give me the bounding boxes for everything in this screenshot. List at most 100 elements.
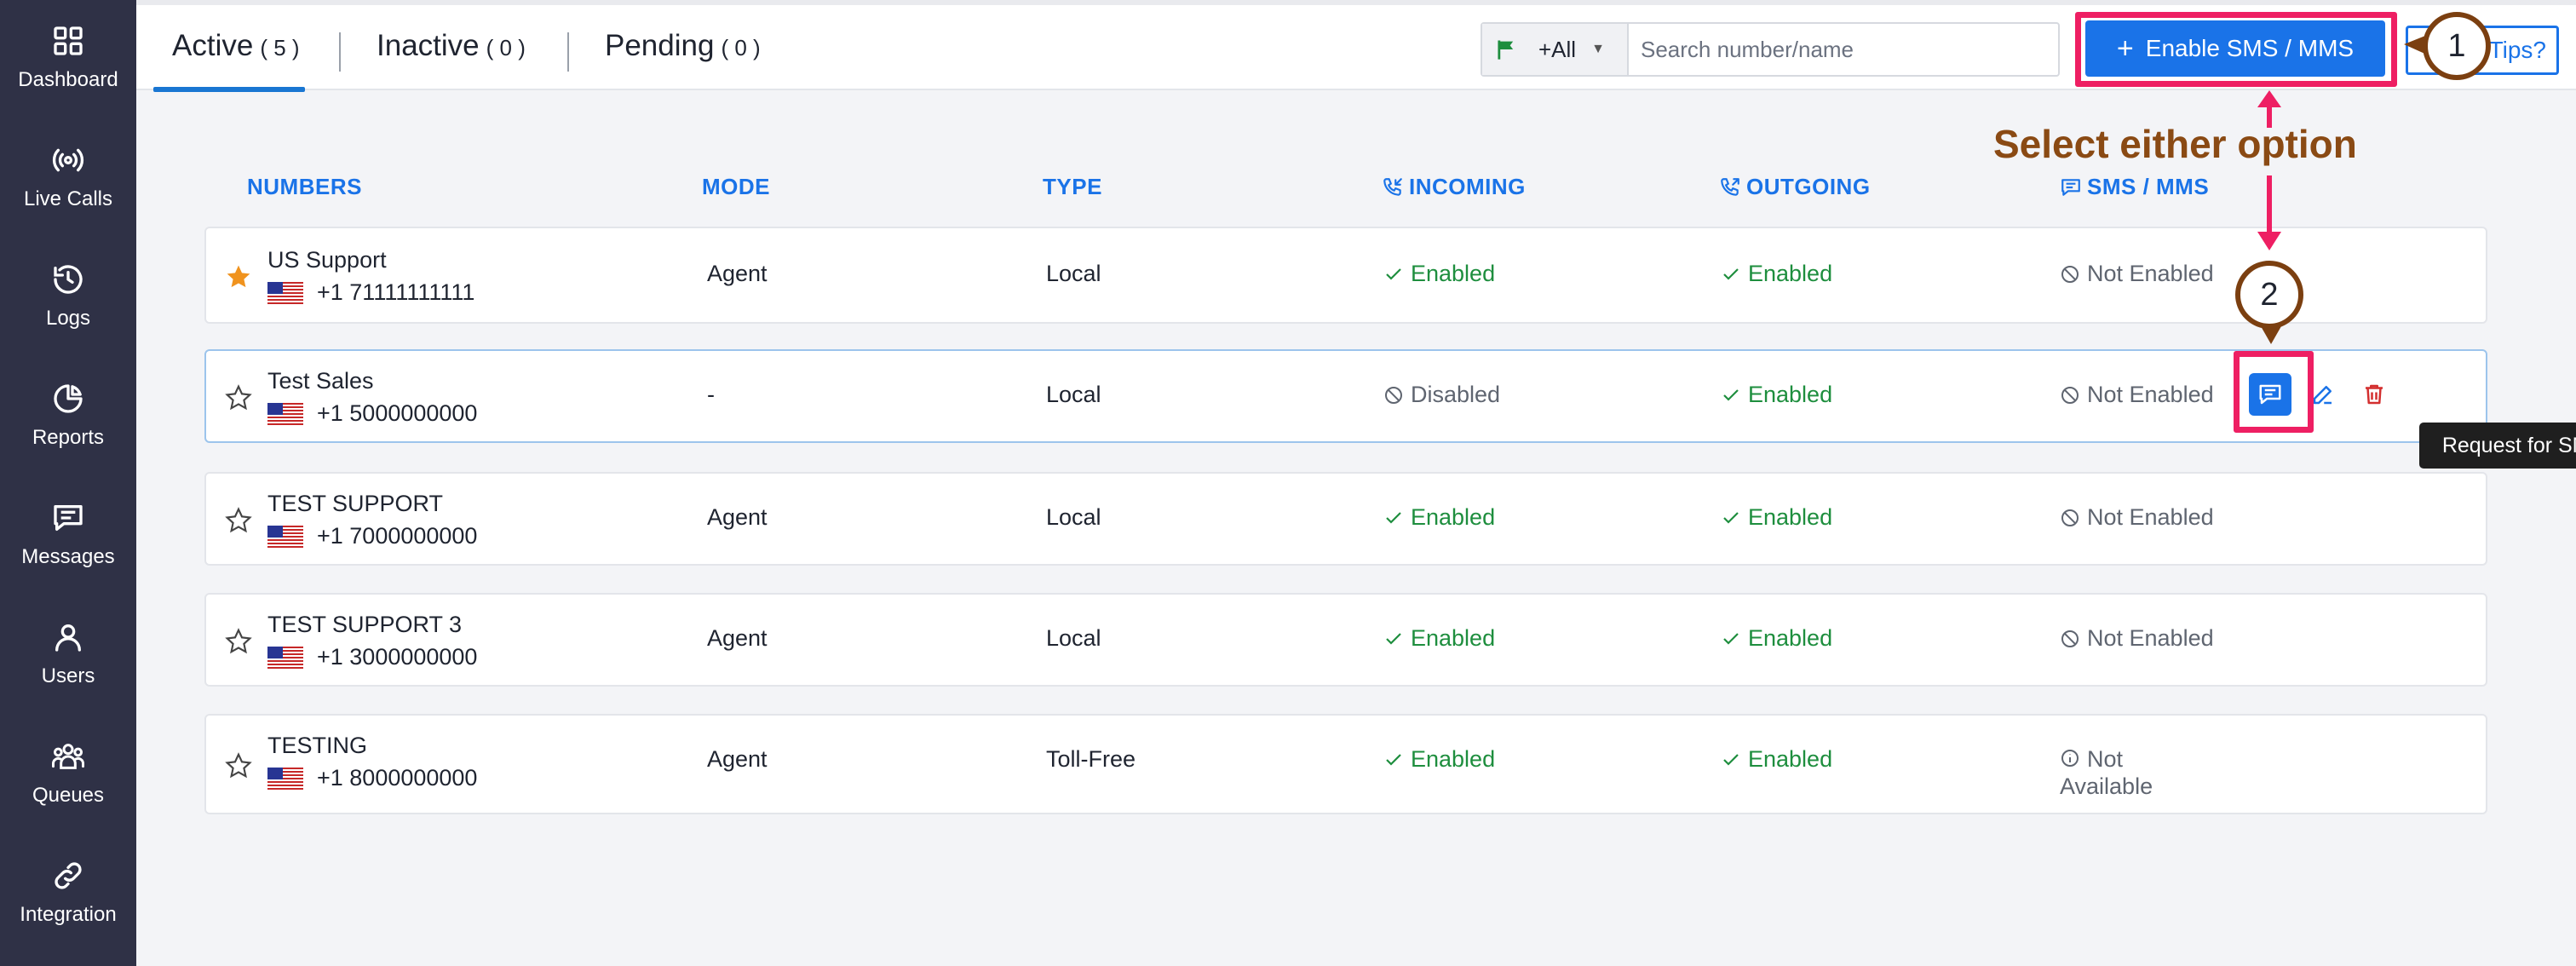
- number-name: TEST SUPPORT: [267, 491, 444, 516]
- number-name: US Support: [267, 247, 387, 273]
- check-icon: [1386, 753, 1401, 766]
- status-text: Enabled: [1748, 625, 1833, 651]
- mode-value: Agent: [707, 625, 768, 651]
- col-header-outgoing: OUTGOING: [1719, 174, 1871, 200]
- mode-value: Agent: [707, 261, 768, 286]
- outgoing-status: Enabled: [1721, 504, 1832, 531]
- us-flag-icon: [267, 767, 303, 790]
- tab-pending[interactable]: Pending ( 0 ): [605, 29, 761, 72]
- check-icon: [1723, 753, 1739, 766]
- tab-active[interactable]: Active ( 5 ): [172, 29, 300, 72]
- star-outline-icon[interactable]: [225, 384, 252, 411]
- sidebar-item-messages[interactable]: Messages: [0, 477, 136, 588]
- ban-icon: [2061, 509, 2079, 526]
- edit-icon: [2313, 386, 2332, 405]
- number-name: Test Sales: [267, 368, 374, 394]
- trash-icon: [2366, 384, 2383, 405]
- status-text: Disabled: [1411, 382, 1501, 407]
- broadcast-icon: [52, 148, 84, 172]
- status-text: Not Enabled: [2087, 261, 2214, 286]
- star-filled-icon[interactable]: [225, 263, 252, 290]
- sidebar-item-queues[interactable]: Queues: [0, 716, 136, 826]
- outgoing-status: Enabled: [1721, 746, 1832, 773]
- flag-icon: [1498, 40, 1514, 60]
- us-flag-icon: [267, 525, 303, 548]
- check-icon: [1386, 632, 1401, 645]
- number-name: TESTING: [267, 733, 368, 758]
- sidebar-item-reports[interactable]: Reports: [0, 358, 136, 469]
- message-icon: [54, 505, 83, 531]
- us-flag-icon: [267, 646, 303, 669]
- search-input[interactable]: [1629, 24, 2058, 75]
- incoming-call-icon: [1383, 177, 1402, 196]
- ban-icon: [2061, 265, 2079, 283]
- tab-count: ( 0 ): [721, 35, 761, 60]
- active-tab-indicator: [153, 87, 305, 92]
- country-selector[interactable]: +All ▼: [1482, 24, 1629, 75]
- instruction-text: Select either option: [1993, 122, 2357, 166]
- group-icon: [51, 744, 85, 769]
- col-header-label: INCOMING: [1409, 174, 1526, 199]
- col-header-label: SMS / MMS: [2087, 174, 2210, 199]
- sidebar-item-integration[interactable]: Integration: [0, 835, 136, 946]
- ban-icon: [2061, 386, 2079, 404]
- table-row[interactable]: Test Sales +1 5000000000 - Local Disable…: [204, 349, 2487, 443]
- app-root: Dashboard Live Calls Logs Reports Messag…: [0, 0, 2576, 966]
- check-icon: [1723, 388, 1739, 401]
- us-flag-icon: [267, 402, 303, 425]
- sidebar-item-label: Reports: [32, 426, 105, 449]
- number-line: +1 71111111111: [267, 279, 474, 306]
- number-name: TEST SUPPORT 3: [267, 612, 463, 637]
- phone-number: +1 71111111111: [317, 279, 475, 305]
- sidebar-item-logs[interactable]: Logs: [0, 239, 136, 349]
- sidebar-item-users[interactable]: Users: [0, 596, 136, 707]
- incoming-status: Disabled: [1383, 382, 1500, 408]
- type-value: Local: [1046, 261, 1101, 286]
- sidebar: Dashboard Live Calls Logs Reports Messag…: [0, 0, 136, 966]
- outgoing-status: Enabled: [1721, 625, 1832, 652]
- table-row[interactable]: US Support +1 71111111111 Agent Local En…: [204, 227, 2487, 324]
- table-row[interactable]: TEST SUPPORT 3 +1 3000000000 Agent Local…: [204, 593, 2487, 687]
- sidebar-item-dashboard[interactable]: Dashboard: [0, 0, 136, 111]
- delete-button[interactable]: [2353, 373, 2395, 416]
- sms-status: Not: [2060, 746, 2123, 773]
- col-header-numbers: NUMBERS: [247, 174, 362, 199]
- table-row[interactable]: TESTING +1 8000000000 Agent Toll-Free En…: [204, 714, 2487, 814]
- type-value: Local: [1046, 625, 1101, 651]
- check-icon: [1723, 511, 1739, 524]
- status-text: Enabled: [1748, 746, 1833, 772]
- type-value: Toll-Free: [1046, 746, 1136, 772]
- star-outline-icon[interactable]: [225, 628, 252, 655]
- sidebar-item-label: Live Calls: [23, 187, 113, 210]
- status-text: Not Enabled: [2087, 382, 2214, 407]
- phone-number: +1 7000000000: [317, 523, 478, 549]
- callout-1: 1: [2423, 12, 2491, 80]
- ban-icon: [2061, 630, 2079, 647]
- status-text: Enabled: [1411, 625, 1496, 651]
- history-icon: [54, 265, 83, 294]
- tab-label: Inactive: [377, 29, 480, 62]
- sidebar-item-live-calls[interactable]: Live Calls: [0, 119, 136, 230]
- tab-inactive[interactable]: Inactive ( 0 ): [377, 29, 526, 72]
- sms-status: Not Enabled: [2060, 382, 2214, 408]
- check-icon: [1723, 267, 1739, 280]
- status-text: Not Enabled: [2087, 504, 2214, 530]
- us-flag-icon: [267, 281, 303, 304]
- sms-status: Not Enabled: [2060, 261, 2214, 287]
- status-text: Enabled: [1411, 261, 1496, 286]
- number-line: +1 8000000000: [267, 765, 477, 791]
- highlight-box-enable: [2075, 12, 2397, 87]
- table-row[interactable]: TEST SUPPORT +1 7000000000 Agent Local E…: [204, 472, 2487, 566]
- tab-divider: [339, 32, 341, 72]
- grid-icon: [54, 26, 83, 55]
- type-value: Local: [1046, 504, 1101, 530]
- sms-status: Not Enabled: [2060, 504, 2214, 531]
- chevron-down-icon: ▼: [1591, 42, 1605, 56]
- number-line: +1 5000000000: [267, 400, 477, 427]
- star-outline-icon[interactable]: [225, 752, 252, 779]
- star-outline-icon[interactable]: [225, 507, 252, 534]
- user-icon: [55, 624, 82, 652]
- tab-label: Active: [172, 29, 254, 62]
- tab-count: ( 0 ): [486, 35, 526, 60]
- tooltip: Request for SMS: [2419, 423, 2576, 469]
